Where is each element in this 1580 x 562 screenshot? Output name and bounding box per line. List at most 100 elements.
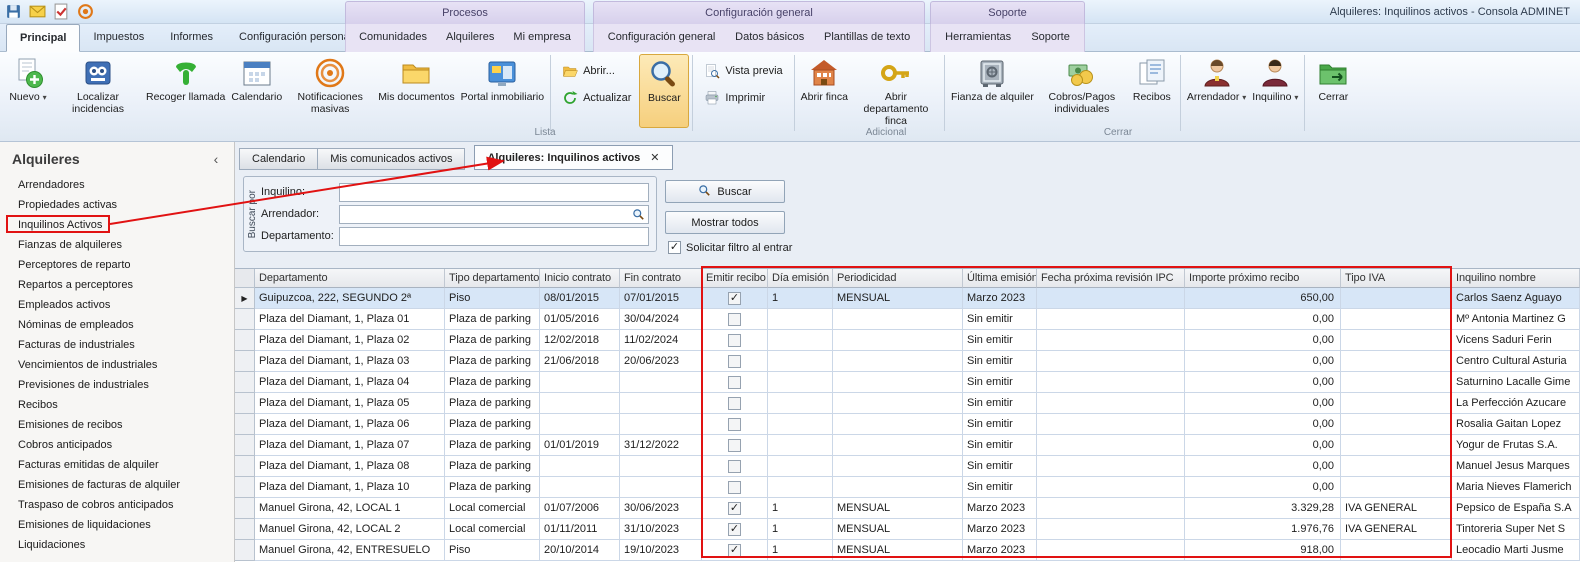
grid-column-header-fin-contrato[interactable]: Fin contrato xyxy=(620,269,702,288)
emitir-recibo-checkbox[interactable] xyxy=(728,355,741,368)
emitir-recibo-checkbox[interactable] xyxy=(728,313,741,326)
sidebar-item-nóminas-de-empleados[interactable]: Nóminas de empleados xyxy=(0,315,234,335)
ribbon-button-localizar-incidencias[interactable]: Localizar incidencias xyxy=(53,54,143,128)
grid-row[interactable]: ▶Guipuzcoa, 222, SEGUNDO 2ªPiso08/01/201… xyxy=(235,288,1580,309)
ribbon-button-inquilino[interactable]: Inquilino ▾ xyxy=(1249,54,1301,128)
ribbon-tab-soporte[interactable]: Soporte xyxy=(1025,24,1076,52)
ribbon-tab-herramientas[interactable]: Herramientas xyxy=(939,24,1017,52)
grid-column-header-última-emisión[interactable]: Última emisión xyxy=(963,269,1037,288)
mail-icon[interactable] xyxy=(29,3,46,20)
grid-row[interactable]: Plaza del Diamant, 1, Plaza 05Plaza de p… xyxy=(235,393,1580,414)
sidebar-item-facturas-de-industriales[interactable]: Facturas de industriales xyxy=(0,335,234,355)
ribbon-button-abrir-finca[interactable]: Abrir finca xyxy=(798,54,851,128)
emitir-recibo-checkbox[interactable] xyxy=(728,418,741,431)
sidebar-item-emisiones-de-recibos[interactable]: Emisiones de recibos xyxy=(0,415,234,435)
sidebar-item-arrendadores[interactable]: Arrendadores xyxy=(0,175,234,195)
sidebar-item-facturas-emitidas-de-alquiler[interactable]: Facturas emitidas de alquiler xyxy=(0,455,234,475)
ribbon-button-recibos[interactable]: Recibos xyxy=(1127,54,1177,128)
sidebar-item-traspaso-de-cobros-anticipados[interactable]: Traspaso de cobros anticipados xyxy=(0,495,234,515)
grid-row[interactable]: Plaza del Diamant, 1, Plaza 07Plaza de p… xyxy=(235,435,1580,456)
ribbon-button-cobros-pagos-individuales[interactable]: Cobros/Pagos individuales xyxy=(1037,54,1127,128)
sidebar-item-perceptores-de-reparto[interactable]: Perceptores de reparto xyxy=(0,255,234,275)
departamento-input[interactable] xyxy=(339,227,649,246)
emitir-recibo-checkbox[interactable] xyxy=(728,376,741,389)
filter-checkbox[interactable]: ✓ xyxy=(668,241,681,254)
sidebar-item-cobros-anticipados[interactable]: Cobros anticipados xyxy=(0,435,234,455)
ribbon-tab-impuestos[interactable]: Impuestos xyxy=(80,24,157,52)
ribbon-button-vista-previa[interactable]: Vista previa xyxy=(698,60,788,82)
grid-row[interactable]: Manuel Girona, 42, LOCAL 2Local comercia… xyxy=(235,519,1580,540)
emitir-recibo-checkbox[interactable] xyxy=(728,481,741,494)
ribbon-button-notificaciones-masivas[interactable]: Notificaciones masivas xyxy=(285,54,375,128)
ribbon-button-imprimir[interactable]: Imprimir xyxy=(698,87,788,109)
grid-column-header-fecha-próxima-revisión-ipc[interactable]: Fecha próxima revisión IPC xyxy=(1037,269,1185,288)
emitir-recibo-checkbox[interactable]: ✓ xyxy=(728,502,741,515)
grid-row[interactable]: Plaza del Diamant, 1, Plaza 10Plaza de p… xyxy=(235,477,1580,498)
emitir-recibo-checkbox[interactable]: ✓ xyxy=(728,523,741,536)
sidebar-item-repartos-a-perceptores[interactable]: Repartos a perceptores xyxy=(0,275,234,295)
ribbon-tab-plantillas-de-texto[interactable]: Plantillas de texto xyxy=(818,24,916,52)
ribbon-button-calendario[interactable]: Calendario xyxy=(228,54,285,128)
tab-close-icon[interactable]: ✕ xyxy=(650,146,659,170)
grid-column-header-inquilino-nombre[interactable]: Inquilino nombre xyxy=(1452,269,1580,288)
ribbon-tab-datos-básicos[interactable]: Datos básicos xyxy=(729,24,810,52)
grid-row[interactable]: Plaza del Diamant, 1, Plaza 03Plaza de p… xyxy=(235,351,1580,372)
ribbon-button-fianza-de-alquiler[interactable]: Fianza de alquiler xyxy=(948,54,1037,128)
grid-column-header-emitir-recibo[interactable]: Emitir recibo xyxy=(702,269,768,288)
sidebar-item-inquilinos-activos[interactable]: Inquilinos Activos xyxy=(0,215,234,235)
emitir-recibo-checkbox[interactable] xyxy=(728,397,741,410)
sidebar-item-emisiones-de-liquidaciones[interactable]: Emisiones de liquidaciones xyxy=(0,515,234,535)
buscar-button[interactable]: Buscar xyxy=(665,180,785,203)
grid-row[interactable]: Plaza del Diamant, 1, Plaza 02Plaza de p… xyxy=(235,330,1580,351)
ribbon-button-portal-inmobiliario[interactable]: Portal inmobiliario xyxy=(458,54,547,128)
grid-row[interactable]: Plaza del Diamant, 1, Plaza 01Plaza de p… xyxy=(235,309,1580,330)
grid-column-header-día-emisión[interactable]: Día emisión xyxy=(768,269,833,288)
grid-row[interactable]: Plaza del Diamant, 1, Plaza 04Plaza de p… xyxy=(235,372,1580,393)
grid-column-header-departamento[interactable]: Departamento xyxy=(255,269,445,288)
grid-column-header-importe-próximo-recibo[interactable]: Importe próximo recibo xyxy=(1185,269,1341,288)
sidebar-item-propiedades-activas[interactable]: Propiedades activas xyxy=(0,195,234,215)
emitir-recibo-checkbox[interactable] xyxy=(728,334,741,347)
grid-column-header-tipo-departamento[interactable]: Tipo departamento xyxy=(445,269,540,288)
grid-column-header-periodicidad[interactable]: Periodicidad xyxy=(833,269,963,288)
ribbon-button-abrir[interactable]: Abrir... xyxy=(556,60,637,82)
emitir-recibo-checkbox[interactable]: ✓ xyxy=(728,544,741,557)
emitir-recibo-checkbox[interactable] xyxy=(728,460,741,473)
ribbon-button-arrendador[interactable]: Arrendador ▾ xyxy=(1184,54,1249,128)
sidebar-item-fianzas-de-alquileres[interactable]: Fianzas de alquileres xyxy=(0,235,234,255)
sidebar-item-recibos[interactable]: Recibos xyxy=(0,395,234,415)
arrendador-input[interactable] xyxy=(339,205,649,224)
ribbon-tab-mi-empresa[interactable]: Mi empresa xyxy=(507,24,576,52)
grid-row[interactable]: Manuel Girona, 42, LOCAL 1Local comercia… xyxy=(235,498,1580,519)
ribbon-tab-configuración-general[interactable]: Configuración general xyxy=(602,24,722,52)
view-tab-calendario[interactable]: Calendario xyxy=(239,148,318,170)
emitir-recibo-checkbox[interactable] xyxy=(728,439,741,452)
mostrar-todos-button[interactable]: Mostrar todos xyxy=(665,211,785,234)
ribbon-button-cerrar[interactable]: Cerrar xyxy=(1308,54,1358,128)
ribbon-tab-informes[interactable]: Informes xyxy=(157,24,226,52)
ribbon-button-mis-documentos[interactable]: Mis documentos xyxy=(375,54,457,128)
ribbon-button-buscar[interactable]: Buscar xyxy=(639,54,689,128)
view-tab-mis-comunicados-activos[interactable]: Mis comunicados activos xyxy=(318,148,465,170)
lookup-magnifier-icon[interactable] xyxy=(630,207,647,222)
ribbon-button-actualizar[interactable]: Actualizar xyxy=(556,87,637,109)
inquilino-input[interactable] xyxy=(339,183,649,202)
grid-row[interactable]: Plaza del Diamant, 1, Plaza 06Plaza de p… xyxy=(235,414,1580,435)
notifications-icon[interactable] xyxy=(77,3,94,20)
sidebar-item-previsiones-de-industriales[interactable]: Previsiones de industriales xyxy=(0,375,234,395)
sidebar-item-liquidaciones[interactable]: Liquidaciones xyxy=(0,535,234,555)
view-tab-alquileres-inquilinos-activos[interactable]: Alquileres: Inquilinos activos✕ xyxy=(474,145,672,170)
sidebar-item-vencimientos-de-industriales[interactable]: Vencimientos de industriales xyxy=(0,355,234,375)
ribbon-button-abrir-departamento-finca[interactable]: Abrir departamento finca xyxy=(851,54,941,128)
sidebar-item-emisiones-de-facturas-de-alquiler[interactable]: Emisiones de facturas de alquiler xyxy=(0,475,234,495)
save-icon[interactable] xyxy=(5,3,22,20)
ribbon-tab-comunidades[interactable]: Comunidades xyxy=(353,24,433,52)
ribbon-tab-alquileres[interactable]: Alquileres xyxy=(440,24,500,52)
grid-column-header-inicio-contrato[interactable]: Inicio contrato xyxy=(540,269,620,288)
grid-column-header-tipo-iva[interactable]: Tipo IVA xyxy=(1341,269,1452,288)
sidebar-item-empleados-activos[interactable]: Empleados activos xyxy=(0,295,234,315)
ribbon-button-recoger-llamada[interactable]: Recoger llamada xyxy=(143,54,228,128)
grid-row[interactable]: Plaza del Diamant, 1, Plaza 08Plaza de p… xyxy=(235,456,1580,477)
ribbon-button-nuevo[interactable]: Nuevo ▾ xyxy=(3,54,53,128)
emitir-recibo-checkbox[interactable]: ✓ xyxy=(728,292,741,305)
